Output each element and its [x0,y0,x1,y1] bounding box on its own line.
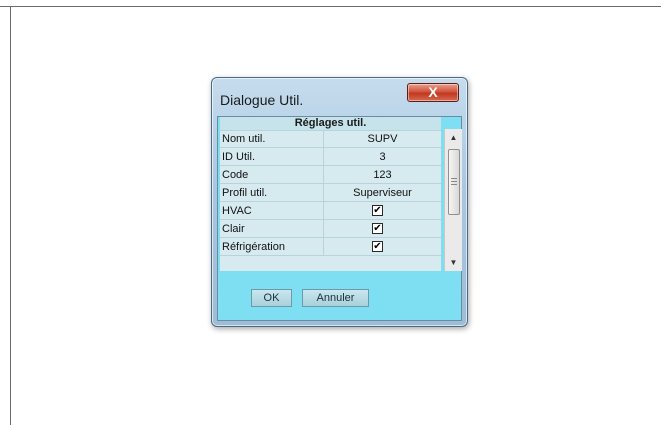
background-window-top [0,0,661,7]
scroll-up-icon[interactable]: ▲ [445,131,462,145]
table-row[interactable]: ID Util. 3 [220,148,441,166]
table-row[interactable]: Code 123 [220,166,441,184]
row-value[interactable]: SUPV [324,133,441,145]
row-label: ID Util. [222,151,255,163]
dialog-client-area: Réglages util. Nom util. SUPV ID Util. 3… [217,116,462,321]
scroll-down-icon[interactable]: ▼ [445,256,462,270]
table-row[interactable]: Nom util. SUPV [220,130,441,148]
row-value[interactable]: 123 [324,169,441,181]
row-label: HVAC [222,205,252,217]
grip-line [451,181,457,182]
settings-table: Réglages util. Nom util. SUPV ID Util. 3… [220,117,441,271]
ok-button[interactable]: OK [251,289,292,307]
row-label: Profil util. [222,187,268,199]
table-row[interactable]: Profil util. Superviseur [220,184,441,202]
row-label: Réfrigération [222,241,285,253]
close-button[interactable]: X [407,83,459,102]
clair-checkbox[interactable]: ✔ [372,223,383,234]
background-window-left-edge [10,6,11,425]
vertical-scrollbar[interactable]: ▲ ▼ [444,129,462,271]
column-divider [323,238,324,255]
table-row[interactable]: HVAC ✔ [220,202,441,220]
hvac-checkbox[interactable]: ✔ [372,205,383,216]
row-value[interactable]: Superviseur [324,187,441,199]
row-label: Clair [222,223,245,235]
user-dialog: Dialogue Util. X Réglages util. Nom util… [211,77,468,327]
table-row[interactable]: Clair ✔ [220,220,441,238]
column-divider [323,202,324,219]
scroll-thumb[interactable] [448,149,460,215]
row-label: Code [222,169,249,181]
row-value[interactable]: 3 [324,151,441,163]
table-row[interactable]: Réfrigération ✔ [220,238,441,256]
grip-line [451,184,457,185]
row-label: Nom util. [222,133,266,145]
column-divider [323,220,324,237]
table-header: Réglages util. [220,117,441,131]
dialog-title: Dialogue Util. [220,92,304,108]
grip-line [451,178,457,179]
cancel-button[interactable]: Annuler [302,289,369,307]
refrigeration-checkbox[interactable]: ✔ [372,241,383,252]
